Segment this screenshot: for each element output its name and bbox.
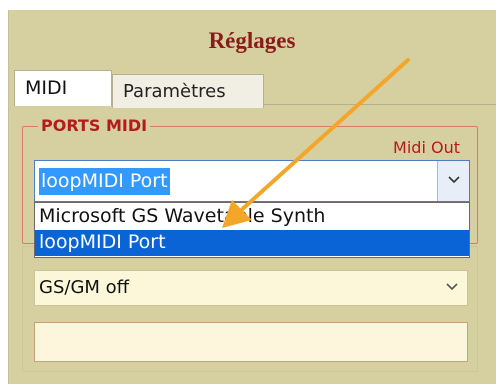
midi-out-dropdown-button[interactable] (437, 161, 469, 201)
settings-window: Réglages Paramètres MIDI PORTS MIDI Midi… (0, 0, 496, 384)
dialog-title: Réglages (208, 28, 296, 53)
chevron-down-icon (445, 279, 459, 297)
gs-gm-select[interactable]: GS/GM off (34, 270, 468, 306)
gs-gm-value: GS/GM off (39, 277, 130, 298)
chevron-down-icon (447, 172, 461, 190)
text-field[interactable] (34, 322, 468, 362)
midi-out-selected-value: loopMIDI Port (39, 168, 170, 195)
tab-midi[interactable]: MIDI (14, 70, 112, 106)
midi-out-select[interactable]: loopMIDI Port (34, 160, 470, 202)
ports-midi-label: PORTS MIDI (38, 116, 151, 135)
tab-parametres[interactable]: Paramètres (112, 74, 264, 108)
gs-gm-dropdown-button[interactable] (437, 271, 467, 305)
dropdown-option[interactable]: Microsoft GS Wavetable Synth (35, 204, 469, 230)
dropdown-option-selected[interactable]: loopMIDI Port (35, 230, 469, 256)
midi-out-dropdown-list: Microsoft GS Wavetable Synth loopMIDI Po… (34, 202, 470, 258)
midi-out-label: Midi Out (393, 138, 460, 157)
